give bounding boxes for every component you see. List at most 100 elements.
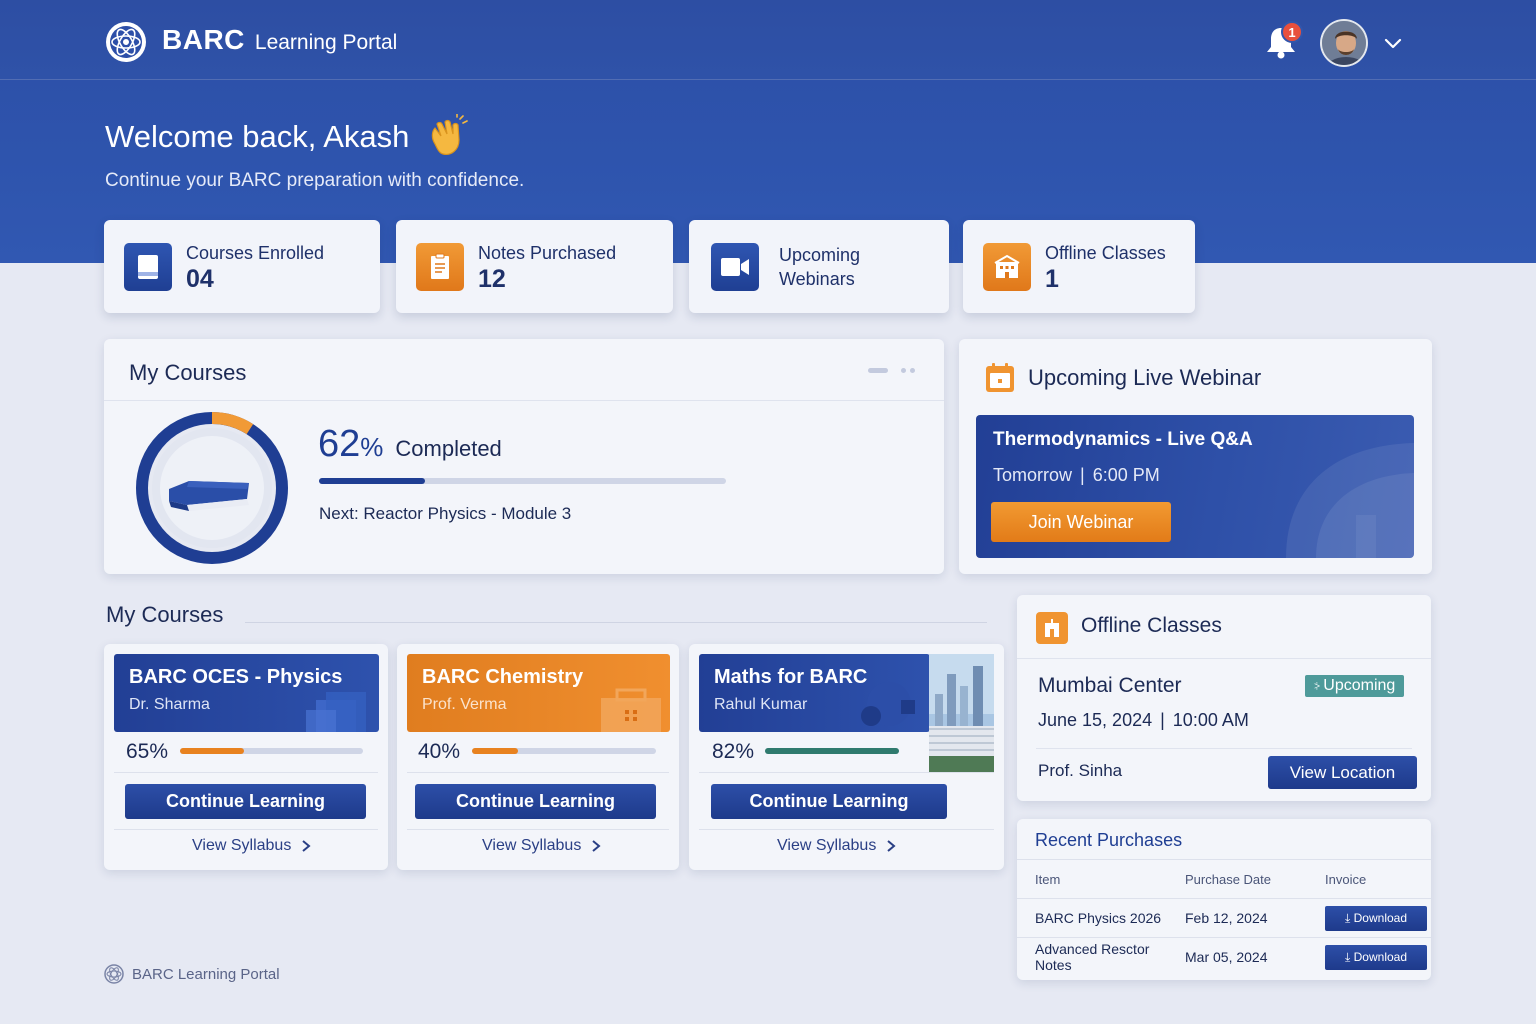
continue-learning-button[interactable]: Continue Learning: [711, 784, 947, 819]
download-invoice-button[interactable]: ⤓ Download: [1325, 905, 1427, 931]
stat-value: 04: [186, 264, 214, 293]
download-invoice-button[interactable]: ⤓ Download: [1325, 944, 1427, 970]
course-progress-bar: [472, 748, 656, 754]
panel-menu-dash[interactable]: [868, 368, 888, 373]
next-module-text[interactable]: Next: Reactor Physics - Module 3: [319, 504, 571, 524]
section-title: My Courses: [106, 602, 224, 627]
view-syllabus-link[interactable]: View Syllabus: [777, 837, 896, 855]
section-divider: [245, 622, 987, 623]
course-progress-fill: [765, 748, 899, 754]
course-divider: [114, 772, 378, 773]
course-title: BARC Chemistry: [422, 666, 584, 688]
panel-title: Recent Purchases: [1035, 830, 1183, 850]
panel-title: Upcoming Live Webinar: [1028, 365, 1262, 390]
syllabus-label: View Syllabus: [192, 837, 292, 854]
center-name: Mumbai Center: [1038, 674, 1182, 697]
course-card[interactable]: BARC OCES - Physics Dr. Sharma 65% Conti…: [104, 644, 388, 870]
brand-title[interactable]: BARC Learning Portal: [162, 24, 397, 56]
course-progress-percent: 82%: [712, 740, 755, 763]
item-cell: Advanced Resctor Notes: [1017, 937, 1185, 977]
welcome-subtitle: Continue your BARC preparation with conf…: [105, 170, 525, 191]
stat-card-upcoming-webinars[interactable]: Upcoming Webinars: [689, 220, 949, 313]
date-cell: Feb 12, 2024: [1185, 898, 1325, 938]
chevron-right-icon: [302, 840, 311, 852]
column-header: Purchase Date: [1185, 859, 1325, 899]
book-icon: [124, 242, 172, 291]
course-divider: [699, 829, 994, 830]
course-instructor: Rahul Kumar: [714, 696, 808, 713]
class-instructor: Prof. Sinha: [1038, 761, 1123, 780]
status-text: Upcoming: [1323, 677, 1396, 694]
webinar-day: Tomorrow: [993, 465, 1073, 485]
brand-subtitle: Learning Portal: [254, 31, 398, 54]
stat-label: Courses Enrolled: [186, 242, 325, 263]
download-label: Download: [1353, 949, 1408, 964]
chevron-right-icon: [887, 840, 896, 852]
webinar-schedule: Tomorrow | 6:00 PM: [993, 465, 1160, 486]
chevron-right-icon: [592, 840, 601, 852]
barc-logo-icon[interactable]: [104, 20, 148, 64]
course-title: Maths for BARC: [714, 666, 868, 688]
user-avatar[interactable]: [1320, 19, 1368, 67]
footer-label: BARC Learning Portal: [132, 965, 280, 983]
course-progress-panel: My Courses 62 % Completed Next: Reactor …: [104, 339, 944, 574]
stat-card-notes-purchased[interactable]: Notes Purchased 12: [396, 220, 673, 313]
panel-divider: [1017, 658, 1431, 659]
course-card[interactable]: Maths for BARC Rahul Kumar 82% Continue …: [689, 644, 1004, 870]
class-time: 10:00 AM: [1172, 710, 1249, 730]
stat-card-courses-enrolled[interactable]: Courses Enrolled 04: [104, 220, 380, 313]
download-label: Download: [1353, 910, 1408, 925]
video-icon: [711, 242, 759, 291]
stat-label-line2: Webinars: [779, 268, 855, 289]
webinar-time: 6:00 PM: [1092, 465, 1160, 485]
course-divider: [114, 829, 378, 830]
chevron-down-icon[interactable]: [1382, 32, 1404, 54]
more-options-icon[interactable]: [901, 368, 915, 373]
continue-learning-button[interactable]: Continue Learning: [125, 784, 366, 819]
overall-progress-fill: [319, 478, 425, 484]
recent-purchases-panel: Recent Purchases Item Purchase Date Invo…: [1017, 819, 1431, 980]
webinar-session-title: Thermodynamics - Live Q&A: [993, 429, 1253, 450]
course-banner: Maths for BARC Rahul Kumar: [699, 654, 930, 732]
panel-divider: [104, 400, 944, 401]
class-schedule: June 15, 2024 | 10:00 AM: [1038, 710, 1249, 731]
stat-label: Offline Classes: [1045, 242, 1166, 263]
syllabus-label: View Syllabus: [777, 837, 877, 854]
course-progress-fill: [472, 748, 518, 754]
stat-card-offline-classes[interactable]: Offline Classes 1: [963, 220, 1195, 313]
completion-percent-sign: %: [360, 432, 384, 462]
view-syllabus-link[interactable]: View Syllabus: [192, 837, 311, 855]
completion-percent: 62: [318, 423, 361, 465]
course-instructor: Prof. Verma: [422, 696, 507, 713]
notes-icon: [416, 242, 464, 291]
table-row: Advanced Resctor Notes Mar 05, 2024 ⤓ Do…: [1017, 937, 1431, 977]
panel-title: My Courses: [129, 360, 247, 385]
completion-text: 62 % Completed: [318, 423, 502, 466]
item-cell: BARC Physics 2026: [1017, 898, 1185, 938]
view-syllabus-link[interactable]: View Syllabus: [482, 837, 601, 855]
course-banner: BARC Chemistry Prof. Verma: [407, 654, 670, 732]
download-icon: ⤓: [1344, 910, 1351, 925]
continue-learning-button[interactable]: Continue Learning: [415, 784, 656, 819]
column-header: Item: [1017, 859, 1185, 899]
stat-value: 1: [1045, 264, 1059, 293]
invoice-cell: ⤓ Download: [1325, 937, 1431, 977]
offline-classes-panel: Offline Classes Mumbai Center ⸖ Upcoming …: [1017, 595, 1431, 801]
course-progress-bar: [765, 748, 899, 754]
overall-progress-bar: [319, 478, 726, 484]
building-dome-illustration: [1286, 443, 1414, 558]
column-header: Invoice: [1325, 859, 1431, 899]
barc-logo-icon: [104, 964, 124, 984]
notification-count-badge: 1: [1281, 21, 1303, 43]
welcome-heading: Welcome back, Akash: [105, 114, 469, 160]
course-divider: [407, 772, 669, 773]
course-instructor: Dr. Sharma: [129, 696, 210, 713]
separator: |: [1080, 465, 1085, 485]
stat-label: Notes Purchased: [478, 242, 617, 263]
webinar-card[interactable]: Thermodynamics - Live Q&A Tomorrow | 6:0…: [976, 415, 1414, 558]
building-icon: [983, 242, 1031, 291]
view-location-button[interactable]: View Location: [1268, 756, 1417, 789]
join-webinar-button[interactable]: Join Webinar: [991, 502, 1171, 542]
course-card[interactable]: BARC Chemistry Prof. Verma 40% Continue …: [397, 644, 679, 870]
brand-name: BARC: [162, 24, 245, 55]
